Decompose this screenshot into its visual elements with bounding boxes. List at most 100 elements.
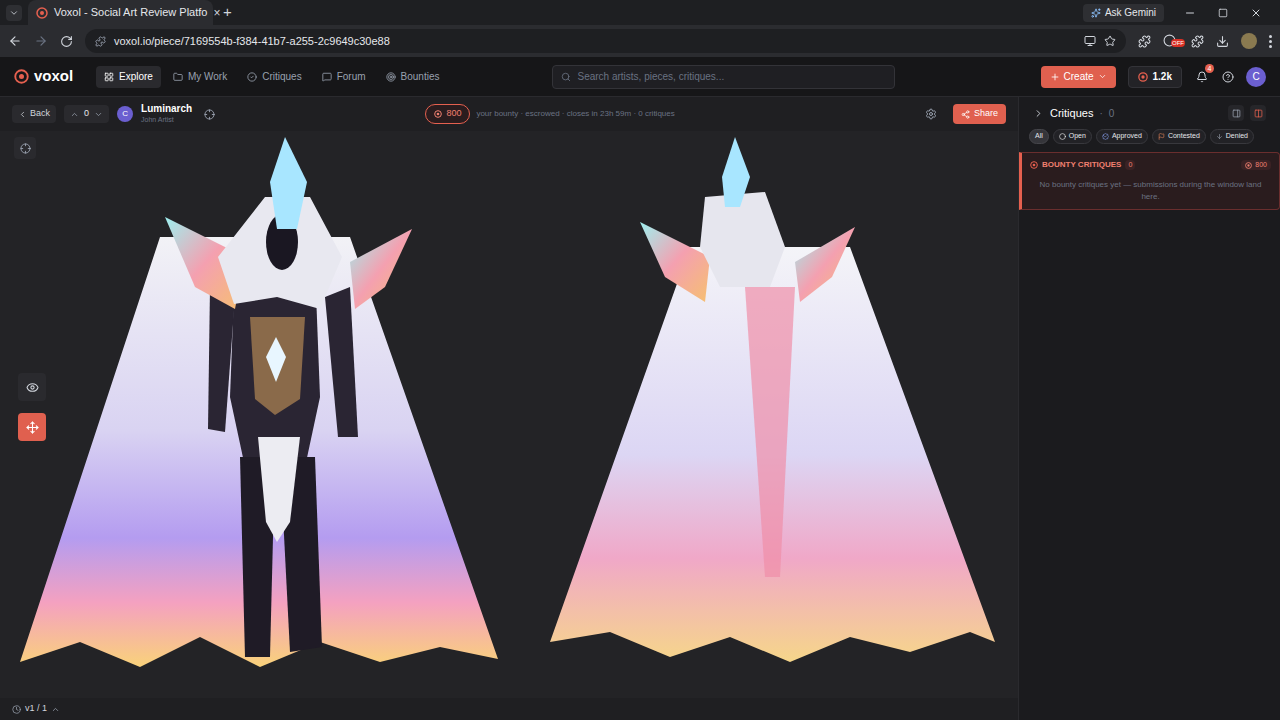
bounty-amount[interactable]: 800	[425, 104, 470, 124]
artwork-back	[540, 137, 1010, 682]
collapse-icon[interactable]	[1033, 108, 1044, 119]
tool-button[interactable]	[18, 413, 46, 441]
extensions-icon[interactable]	[1191, 35, 1204, 48]
artist-avatar[interactable]: C	[117, 106, 133, 122]
search-field[interactable]: Search artists, pieces, critiques...	[552, 65, 895, 89]
nav-icon	[173, 72, 183, 82]
piece-viewer: Back 0C LuminarchJohn Artist 800 your bounty…	[0, 97, 1018, 720]
notification-badge: 4	[1205, 64, 1214, 73]
nav-item[interactable]: Critiques	[239, 66, 309, 88]
address-row: voxol.io/piece/7169554b-f384-41b7-a255-2…	[0, 25, 1280, 57]
coin-balance[interactable]: 1.2k	[1128, 66, 1182, 88]
tool-button[interactable]	[18, 373, 46, 401]
chevron-left-icon	[18, 110, 27, 119]
critiques-header: Critiques·0	[1019, 97, 1280, 129]
artwork-front	[20, 137, 500, 682]
filter-chips: All Open Approved Contested Denied	[1019, 129, 1280, 152]
forward-icon[interactable]	[34, 34, 48, 48]
version-selector[interactable]: v1 / 1	[12, 702, 60, 716]
artist-name[interactable]: John Artist	[141, 116, 192, 125]
nav-icon	[322, 72, 332, 82]
piece-title: Luminarch	[141, 103, 192, 116]
url-text: voxol.io/piece/7169554b-f384-41b7-a255-2…	[114, 33, 390, 50]
filter-chip[interactable]: All	[1029, 129, 1049, 144]
critiques-panel: Critiques·0All Open Approved Contested Denie…	[1018, 97, 1280, 720]
artwork-canvas[interactable]	[0, 131, 1018, 698]
nav-icon	[104, 72, 114, 82]
plus-icon	[1050, 72, 1060, 82]
close-icon[interactable]	[1250, 7, 1262, 19]
bookmark-icon[interactable]	[1104, 35, 1116, 47]
coin-icon	[434, 110, 442, 118]
chevron-up-icon	[51, 705, 60, 714]
site-info-icon[interactable]	[95, 36, 106, 47]
filter-chip[interactable]: Denied	[1210, 129, 1254, 144]
extension-icon[interactable]	[1138, 35, 1151, 48]
move-icon	[26, 421, 39, 434]
sparkle-icon	[1091, 8, 1101, 18]
create-button[interactable]: Create	[1041, 66, 1116, 88]
download-icon[interactable]	[1216, 35, 1229, 48]
filter-icon	[1158, 133, 1165, 140]
crosshair-icon	[20, 143, 31, 154]
cast-icon[interactable]	[1084, 35, 1096, 47]
help-icon[interactable]	[1222, 71, 1234, 83]
share-button[interactable]: Share	[953, 104, 1006, 124]
logo-icon	[14, 69, 29, 84]
tab-close-button[interactable]: ×	[213, 4, 220, 22]
tab-list-button[interactable]	[6, 5, 22, 21]
piece-toolbar: Back 0C LuminarchJohn Artist 800 your bounty…	[0, 97, 1018, 131]
main-nav: ExploreMy WorkCritiquesForumBounties	[96, 66, 447, 88]
coin-icon	[1138, 72, 1148, 82]
panel-icon	[1232, 109, 1241, 118]
address-bar[interactable]: voxol.io/piece/7169554b-f384-41b7-a255-2…	[85, 29, 1126, 53]
user-avatar[interactable]: C	[1246, 67, 1266, 87]
extension-badge: OFF	[1171, 39, 1185, 47]
focus-icon[interactable]	[204, 109, 215, 120]
empty-state: No bounty critiques yet — submissions du…	[1030, 179, 1271, 203]
recenter-button[interactable]	[14, 137, 36, 159]
eye-icon	[26, 381, 39, 394]
layout-button[interactable]	[1228, 105, 1244, 121]
notifications-button[interactable]: 4	[1194, 69, 1210, 85]
new-tab-button[interactable]: +	[219, 1, 236, 24]
filter-chip[interactable]: Open	[1053, 129, 1092, 144]
columns-icon	[1254, 109, 1263, 118]
filter-chip[interactable]: Approved	[1096, 129, 1148, 144]
downvote-icon[interactable]	[94, 110, 103, 119]
nav-item[interactable]: Bounties	[378, 66, 448, 88]
filter-chip[interactable]: Contested	[1152, 129, 1206, 144]
nav-item[interactable]: Explore	[96, 66, 161, 88]
tool-palette	[18, 373, 46, 441]
bounty-amount: 800	[1241, 160, 1271, 171]
upvote-icon[interactable]	[70, 110, 79, 119]
browser-window: Voxol - Social Art Review Platfo×+Ask Ge…	[0, 0, 1280, 720]
split-button[interactable]	[1250, 105, 1266, 121]
nav-item[interactable]: My Work	[165, 66, 235, 88]
bounty-info: your bounty · escrowed · closes in 23h 5…	[476, 108, 674, 120]
vote-control[interactable]: 0	[64, 105, 109, 123]
app-header: voxolExploreMy WorkCritiquesForumBountie…	[0, 57, 1280, 97]
menu-icon[interactable]	[1269, 35, 1272, 48]
chevron-down-icon	[9, 8, 19, 18]
settings-icon[interactable]	[925, 108, 937, 120]
reload-icon[interactable]	[60, 35, 73, 48]
filter-icon	[1059, 133, 1066, 140]
logo[interactable]: voxol	[14, 65, 96, 88]
coin-icon	[1245, 162, 1252, 169]
back-icon[interactable]	[8, 34, 22, 48]
browser-tab[interactable]: Voxol - Social Art Review Platfo×	[28, 0, 213, 25]
back-button[interactable]: Back	[12, 105, 56, 123]
maximize-icon[interactable]	[1218, 8, 1228, 18]
nav-icon	[247, 72, 257, 82]
share-icon	[961, 110, 970, 119]
nav-item[interactable]: Forum	[314, 66, 374, 88]
filter-icon	[1216, 133, 1223, 140]
tab-title: Voxol - Social Art Review Platfo	[54, 4, 207, 21]
profile-icon[interactable]	[1241, 33, 1257, 49]
search-icon	[561, 72, 571, 82]
minimize-icon[interactable]	[1184, 7, 1196, 19]
bounty-critiques-card: BOUNTY CRITIQUES0800No bounty critiques …	[1019, 152, 1280, 210]
ask-gemini-button[interactable]: Ask Gemini	[1083, 4, 1164, 22]
version-row: v1 / 1	[0, 698, 1018, 720]
